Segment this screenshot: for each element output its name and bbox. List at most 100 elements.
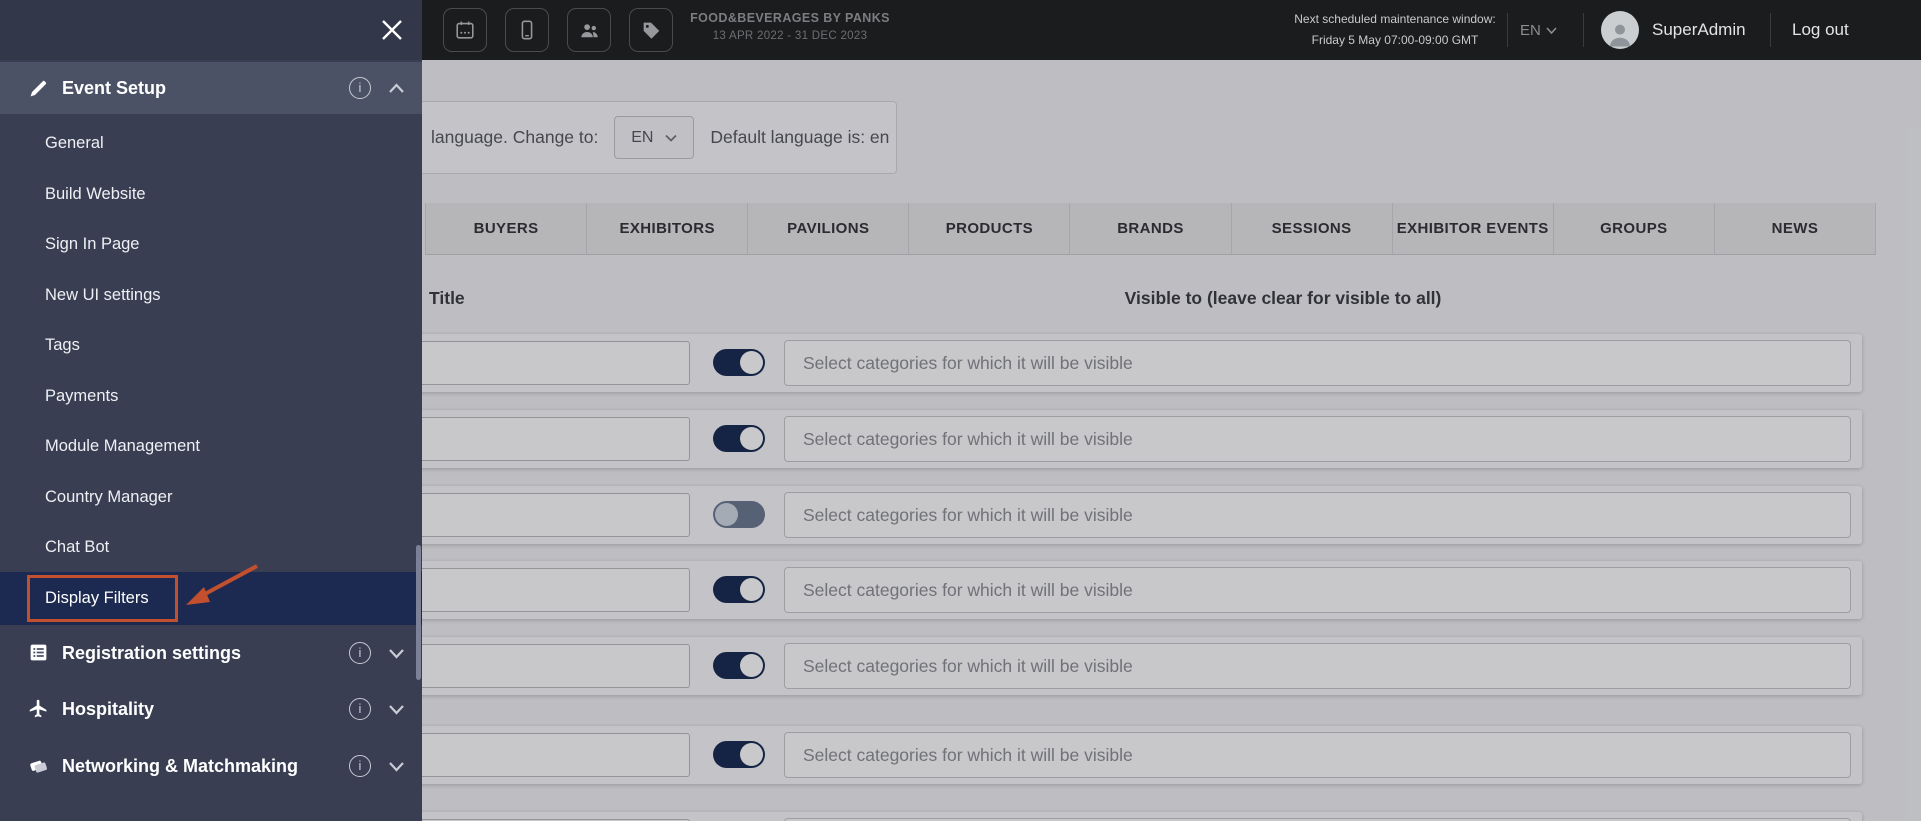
pencil-icon — [28, 78, 49, 99]
filter-row: Select categories for which it will be v… — [422, 410, 1862, 468]
chevron-down-icon — [388, 761, 405, 772]
sidebar-item-country-manager[interactable]: Country Manager — [0, 477, 422, 517]
sidebar-item-chat-bot[interactable]: Chat Bot — [0, 527, 422, 567]
toggle-knob — [715, 503, 738, 526]
divider — [1583, 13, 1584, 47]
calendar-icon — [454, 19, 476, 41]
visibility-toggle[interactable] — [713, 501, 765, 528]
sidebar-section-partial[interactable]: i — [0, 813, 422, 821]
title-input[interactable] — [422, 568, 690, 612]
column-header-visible-to: Visible to (leave clear for visible to a… — [1083, 288, 1483, 309]
sidebar: Event Setup i General Build Website Sign… — [0, 60, 422, 821]
title-input[interactable] — [422, 341, 690, 385]
title-input[interactable] — [422, 733, 690, 777]
categories-select[interactable]: Select categories for which it will be v… — [784, 643, 1851, 689]
logout-button[interactable]: Log out — [1792, 0, 1849, 60]
tab-products[interactable]: PRODUCTS — [908, 203, 1069, 254]
plane-icon — [28, 698, 49, 719]
mobile-button[interactable] — [505, 8, 549, 52]
visibility-toggle[interactable] — [713, 425, 765, 452]
default-language-text: Default language is: en — [710, 127, 889, 148]
column-header-title: Title — [429, 288, 465, 309]
categories-placeholder: Select categories for which it will be v… — [785, 733, 1850, 777]
username: SuperAdmin — [1652, 0, 1746, 60]
sidebar-section-networking-matchmaking[interactable]: Networking & Matchmaking i — [0, 744, 422, 788]
visibility-toggle[interactable] — [713, 349, 765, 376]
toggle-knob — [740, 743, 763, 766]
visibility-toggle[interactable] — [713, 741, 765, 768]
sidebar-item-tags[interactable]: Tags — [0, 325, 422, 365]
people-button[interactable] — [567, 8, 611, 52]
section-label: Registration settings — [62, 631, 241, 675]
title-input[interactable] — [422, 417, 690, 461]
mobile-icon — [516, 19, 538, 41]
sidebar-item-payments[interactable]: Payments — [0, 376, 422, 416]
tab-sessions[interactable]: SESSIONS — [1231, 203, 1392, 254]
registration-list-icon — [28, 642, 49, 663]
filter-row: Select categories for which it will be v… — [422, 334, 1862, 392]
sidebar-section-hospitality[interactable]: Hospitality i — [0, 687, 422, 731]
sidebar-section-event-setup[interactable]: Event Setup i — [0, 62, 422, 114]
sidebar-item-general[interactable]: General — [0, 123, 422, 163]
maintenance-time: Friday 5 May 07:00-09:00 GMT — [1270, 30, 1520, 51]
tag-icon — [640, 19, 662, 41]
info-icon[interactable]: i — [349, 77, 371, 99]
chevron-down-icon — [665, 134, 677, 142]
info-icon[interactable]: i — [349, 755, 371, 777]
divider — [1507, 13, 1508, 47]
filter-row: Select categories for which it will be v… — [422, 726, 1862, 784]
language-bar-text: language. Change to: — [431, 127, 598, 148]
sidebar-item-new-ui-settings[interactable]: New UI settings — [0, 275, 422, 315]
categories-placeholder: Select categories for which it will be v… — [785, 417, 1850, 461]
tab-exhibitor-events[interactable]: EXHIBITOR EVENTS — [1392, 203, 1553, 254]
toggle-knob — [740, 351, 763, 374]
tab-pavilions[interactable]: PAVILIONS — [747, 203, 908, 254]
filter-row: Select categories for which it will be v… — [422, 637, 1862, 695]
title-input[interactable] — [422, 493, 690, 537]
toggle-knob — [740, 427, 763, 450]
avatar[interactable] — [1601, 11, 1639, 49]
tab-exhibitors[interactable]: EXHIBITORS — [586, 203, 747, 254]
event-name: FOOD&BEVERAGES BY PANKS — [690, 11, 890, 25]
sidebar-item-build-website[interactable]: Build Website — [0, 174, 422, 214]
tab-brands[interactable]: BRANDS — [1069, 203, 1230, 254]
categories-placeholder: Select categories for which it will be v… — [785, 493, 1850, 537]
categories-select[interactable]: Select categories for which it will be v… — [784, 340, 1851, 386]
language-select[interactable]: EN — [614, 116, 694, 159]
visibility-toggle[interactable] — [713, 576, 765, 603]
event-info: FOOD&BEVERAGES BY PANKS 13 APR 2022 - 31… — [690, 11, 890, 42]
topbar-language-dropdown[interactable]: EN — [1520, 0, 1557, 60]
tab-buyers[interactable]: BUYERS — [425, 203, 586, 254]
maintenance-label: Next scheduled maintenance window: — [1270, 9, 1520, 30]
categories-select[interactable]: Select categories for which it will be v… — [784, 492, 1851, 538]
handshake-icon — [28, 755, 49, 776]
tag-button[interactable] — [629, 8, 673, 52]
toggle-knob — [740, 578, 763, 601]
chevron-down-icon — [388, 648, 405, 659]
chevron-down-icon — [388, 704, 405, 715]
event-dates: 13 APR 2022 - 31 DEC 2023 — [690, 30, 890, 42]
visibility-toggle[interactable] — [713, 652, 765, 679]
info-icon[interactable]: i — [349, 642, 371, 664]
categories-select[interactable]: Select categories for which it will be v… — [784, 732, 1851, 778]
sidebar-item-sign-in-page[interactable]: Sign In Page — [0, 224, 422, 264]
maintenance-notice: Next scheduled maintenance window: Frida… — [1270, 9, 1520, 51]
main-content: language. Change to: EN Default language… — [422, 60, 1921, 821]
divider — [1770, 13, 1771, 47]
filter-row: Select categories for which it will be v… — [422, 561, 1862, 619]
filter-row: Select categories for which it will be v… — [422, 486, 1862, 544]
sidebar-scrollbar-thumb[interactable] — [416, 545, 421, 680]
topbar: FOOD&BEVERAGES BY PANKS 13 APR 2022 - 31… — [0, 0, 1921, 60]
categories-select[interactable]: Select categories for which it will be v… — [784, 567, 1851, 613]
tab-news[interactable]: NEWS — [1714, 203, 1876, 254]
info-icon[interactable]: i — [349, 698, 371, 720]
language-bar: language. Change to: EN Default language… — [422, 101, 897, 174]
language-select-value: EN — [631, 129, 653, 147]
tab-groups[interactable]: GROUPS — [1553, 203, 1714, 254]
title-input[interactable] — [422, 644, 690, 688]
categories-select[interactable]: Select categories for which it will be v… — [784, 416, 1851, 462]
calendar-button[interactable] — [443, 8, 487, 52]
sidebar-section-registration-settings[interactable]: Registration settings i — [0, 631, 422, 675]
sidebar-item-module-management[interactable]: Module Management — [0, 426, 422, 466]
close-icon[interactable] — [378, 16, 406, 44]
